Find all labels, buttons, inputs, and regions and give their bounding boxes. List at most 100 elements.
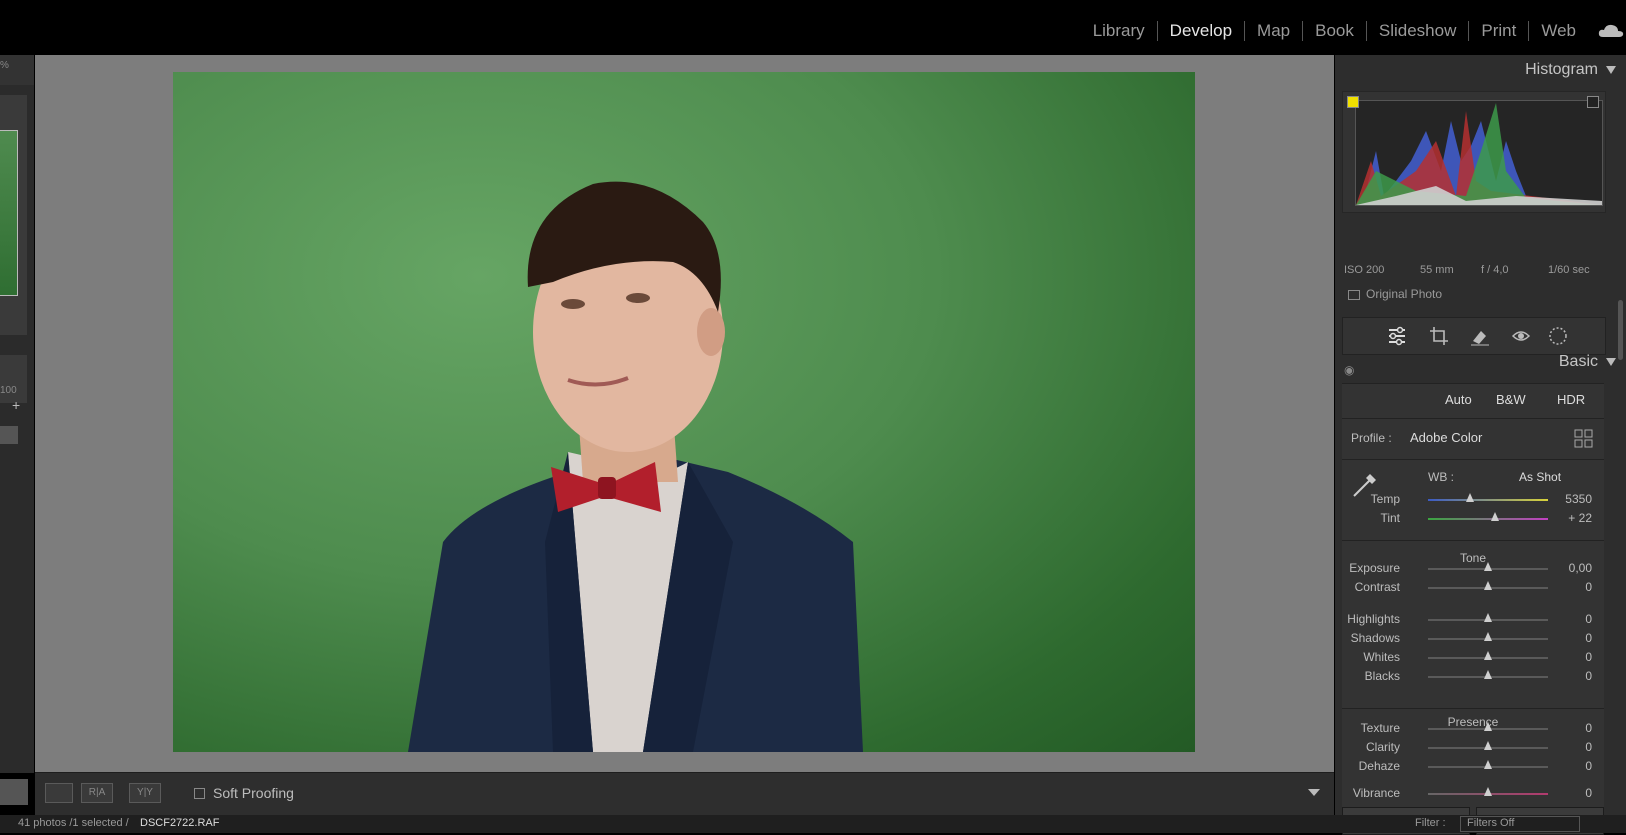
soft-proofing-checkbox[interactable] xyxy=(194,788,205,799)
slider-handle[interactable] xyxy=(1484,632,1492,641)
visibility-eye-icon[interactable]: ◉ xyxy=(1344,363,1354,377)
slider-contrast[interactable]: Contrast 0 xyxy=(1342,578,1604,596)
slider-handle[interactable] xyxy=(1484,760,1492,769)
highlight-clipping-icon[interactable] xyxy=(1587,96,1599,108)
slider-texture[interactable]: Texture 0 xyxy=(1342,719,1604,737)
slider-handle[interactable] xyxy=(1466,493,1474,502)
profile-dropdown[interactable]: Adobe Color xyxy=(1410,430,1482,445)
photo-count: 41 photos /1 selected / xyxy=(18,817,129,829)
slider-value[interactable]: 0 xyxy=(1585,740,1592,754)
cloud-icon[interactable] xyxy=(1598,24,1624,38)
red-eye-icon[interactable] xyxy=(1511,326,1531,346)
slider-value[interactable]: 0 xyxy=(1585,650,1592,664)
edit-sliders-icon[interactable] xyxy=(1387,326,1407,346)
slider-dehaze[interactable]: Dehaze 0 xyxy=(1342,757,1604,775)
copy-button[interactable] xyxy=(0,779,28,805)
filmstrip-bar: 41 photos /1 selected / DSCF2722.RAF Fil… xyxy=(0,815,1626,833)
module-book[interactable]: Book xyxy=(1303,20,1366,42)
slider-handle[interactable] xyxy=(1484,613,1492,622)
shadow-clipping-icon[interactable] xyxy=(1347,96,1359,108)
slider-handle[interactable] xyxy=(1484,651,1492,660)
tone-section: Tone Exposure 0,00 Contrast 0 Highlights 0 Sha… xyxy=(1342,540,1604,708)
slider-handle[interactable] xyxy=(1484,581,1492,590)
masking-icon[interactable] xyxy=(1548,326,1568,346)
collapse-icon[interactable] xyxy=(1606,65,1616,74)
bw-button[interactable]: B&W xyxy=(1496,392,1526,407)
crop-icon[interactable] xyxy=(1429,326,1449,346)
module-library[interactable]: Library xyxy=(1081,20,1157,42)
slider-exposure[interactable]: Exposure 0,00 xyxy=(1342,559,1604,577)
histogram-chart xyxy=(1356,103,1602,205)
shutter-readout: 1/60 sec xyxy=(1548,264,1590,276)
profile-row: Profile : Adobe Color xyxy=(1342,418,1604,459)
module-slideshow[interactable]: Slideshow xyxy=(1367,20,1469,42)
slider-label: Tint xyxy=(1380,511,1400,525)
histogram-header[interactable]: Histogram xyxy=(1525,61,1616,79)
basic-title: Basic xyxy=(1558,353,1598,370)
add-preset-icon[interactable]: + xyxy=(12,397,20,413)
healing-eraser-icon[interactable] xyxy=(1470,326,1490,346)
right-panel: Histogram ISO 200 55 mm f / 4,0 1/60 sec… xyxy=(1335,55,1626,835)
auto-button[interactable]: Auto xyxy=(1445,392,1472,407)
toolbar-menu-icon[interactable] xyxy=(1308,789,1320,796)
original-photo-toggle[interactable]: Original Photo xyxy=(1348,287,1442,301)
slider-value[interactable]: 5350 xyxy=(1565,492,1592,506)
histogram-graph[interactable] xyxy=(1355,100,1603,206)
collapse-icon[interactable] xyxy=(1606,357,1616,366)
slider-track[interactable] xyxy=(1428,518,1548,520)
photo-preview[interactable] xyxy=(173,72,1195,752)
slider-value[interactable]: 0 xyxy=(1585,612,1592,626)
basic-title-row[interactable]: Basic xyxy=(1559,353,1616,371)
hdr-button[interactable]: HDR xyxy=(1557,392,1585,407)
before-after-button[interactable]: R|A xyxy=(81,783,113,803)
preset-amount: 100 xyxy=(0,385,17,396)
left-panel-button[interactable] xyxy=(0,426,18,444)
slider-value[interactable]: 0 xyxy=(1585,759,1592,773)
left-panel: % 100 + xyxy=(0,55,34,773)
slider-handle[interactable] xyxy=(1484,741,1492,750)
slider-handle[interactable] xyxy=(1484,670,1492,679)
slider-handle[interactable] xyxy=(1491,512,1500,521)
module-map[interactable]: Map xyxy=(1245,20,1302,42)
filename-label[interactable]: DSCF2722.RAF xyxy=(140,817,219,829)
slider-blacks[interactable]: Blacks 0 xyxy=(1342,667,1604,685)
slider-clarity[interactable]: Clarity 0 xyxy=(1342,738,1604,756)
filter-dropdown[interactable]: Filters Off xyxy=(1460,816,1580,832)
slider-handle[interactable] xyxy=(1484,787,1492,796)
slider-vibrance[interactable]: Vibrance 0 xyxy=(1342,784,1604,802)
navigator-preview[interactable] xyxy=(0,130,18,296)
slider-label: Texture xyxy=(1360,721,1400,735)
wb-dropdown[interactable]: As Shot xyxy=(1519,470,1561,484)
slider-label: Blacks xyxy=(1364,669,1400,683)
right-panel-scrollbar[interactable] xyxy=(1618,300,1623,360)
loupe-view-button[interactable] xyxy=(45,783,73,803)
module-develop[interactable]: Develop xyxy=(1158,20,1244,42)
slider-handle[interactable] xyxy=(1484,722,1492,731)
slider-value[interactable]: 0 xyxy=(1585,786,1592,800)
original-photo-checkbox[interactable] xyxy=(1348,289,1360,300)
slider-highlights[interactable]: Highlights 0 xyxy=(1342,610,1604,628)
module-print[interactable]: Print xyxy=(1469,20,1528,42)
presence-section: Presence Texture 0 Clarity 0 Dehaze 0 Vibrance… xyxy=(1342,708,1604,816)
profile-browser-icon[interactable] xyxy=(1574,429,1594,449)
view-toolbar: R|A Y|Y Soft Proofing xyxy=(35,772,1334,815)
slider-value[interactable]: 0 xyxy=(1585,669,1592,683)
slider-value[interactable]: + 22 xyxy=(1568,511,1592,525)
slider-label: Highlights xyxy=(1347,612,1400,626)
slider-value[interactable]: 0,00 xyxy=(1569,561,1592,575)
module-web[interactable]: Web xyxy=(1529,20,1588,42)
slider-tint[interactable]: Tint + 22 xyxy=(1342,509,1604,527)
image-canvas[interactable] xyxy=(35,55,1334,773)
slider-handle[interactable] xyxy=(1484,562,1492,571)
slider-value[interactable]: 0 xyxy=(1585,631,1592,645)
slider-temp[interactable]: Temp 5350 xyxy=(1342,490,1604,508)
slider-label: Temp xyxy=(1370,492,1400,506)
focal-readout: 55 mm xyxy=(1420,264,1454,276)
before-after-split-button[interactable]: Y|Y xyxy=(129,783,161,803)
slider-value[interactable]: 0 xyxy=(1585,580,1592,594)
slider-whites[interactable]: Whites 0 xyxy=(1342,648,1604,666)
slider-value[interactable]: 0 xyxy=(1585,721,1592,735)
slider-track[interactable] xyxy=(1428,499,1548,501)
basic-header[interactable]: ◉ Basic xyxy=(1335,353,1626,381)
slider-shadows[interactable]: Shadows 0 xyxy=(1342,629,1604,647)
